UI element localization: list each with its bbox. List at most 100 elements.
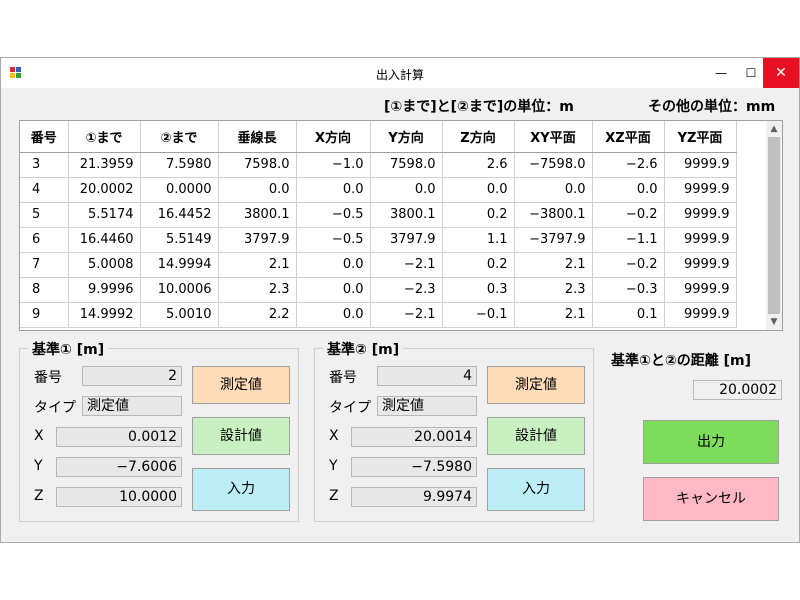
table-cell: 0.2 <box>442 202 515 228</box>
table-cell: 0.0 <box>296 252 371 278</box>
table-cell: 7598.0 <box>218 152 297 178</box>
table-cell: 14.9992 <box>68 302 141 328</box>
table-cell: 0.0 <box>296 277 371 303</box>
table-cell: 16.4452 <box>140 202 219 228</box>
table-cell: 2.1 <box>514 302 593 328</box>
ref1-z-label: Z <box>34 488 44 504</box>
table-row[interactable]: 4 20.0002 0.0000 0.0 0.0 0.0 0.0 0.0 0.0… <box>20 177 737 203</box>
column-header[interactable]: Y方向 <box>370 121 443 153</box>
column-header[interactable]: 番号 <box>20 121 69 153</box>
table-cell: 9999.9 <box>664 177 737 203</box>
column-header[interactable]: XY平面 <box>514 121 593 153</box>
table-cell: 5.5174 <box>68 202 141 228</box>
ref1-y-field[interactable]: −7.6006 <box>56 457 182 477</box>
distance-field[interactable]: 20.0002 <box>693 380 782 400</box>
table-row[interactable]: 7 5.0008 14.9994 2.1 0.0 −2.1 0.2 2.1 −0… <box>20 252 737 278</box>
scroll-up-icon[interactable]: ▲ <box>766 121 782 137</box>
maximize-icon[interactable]: ☐ <box>736 58 766 88</box>
table-cell: 5.0008 <box>68 252 141 278</box>
table-cell: 2.1 <box>218 252 297 278</box>
ref2-title: 基準② [m] <box>323 339 404 359</box>
cancel-button[interactable]: キャンセル <box>643 477 779 521</box>
ref1-type-label: タイプ <box>34 400 76 416</box>
table-row[interactable]: 6 16.4460 5.5149 3797.9 −0.5 3797.9 1.1 … <box>20 227 737 253</box>
table-cell: −0.2 <box>592 202 665 228</box>
calc-window: 出入計算 — ☐ ✕ [①まで]と[②まで]の単位：m その他の単位：mm 番号… <box>0 57 800 543</box>
table-cell: 4 <box>20 177 69 203</box>
column-header[interactable]: XZ平面 <box>592 121 665 153</box>
window-title: 出入計算 <box>375 68 424 82</box>
ref2-x-label: X <box>329 428 339 444</box>
ref1-type-field[interactable]: 測定値 <box>82 396 182 416</box>
ref2-input-button[interactable]: 入力 <box>487 468 585 511</box>
ref1-num-field[interactable]: 2 <box>82 366 182 386</box>
ref1-x-label: X <box>34 428 44 444</box>
table-cell: 2.3 <box>218 277 297 303</box>
table-cell: 2.3 <box>514 277 593 303</box>
table-cell: 0.0000 <box>140 177 219 203</box>
ref1-input-button[interactable]: 入力 <box>192 468 290 511</box>
table-cell: 9 <box>20 302 69 328</box>
table-cell: 9999.9 <box>664 277 737 303</box>
ref2-y-label: Y <box>329 458 338 474</box>
column-header[interactable]: ①まで <box>68 121 141 153</box>
table-cell: 0.0 <box>442 177 515 203</box>
table-cell: 0.0 <box>592 177 665 203</box>
table-cell: 5.5149 <box>140 227 219 253</box>
table-cell: −0.1 <box>442 302 515 328</box>
column-header[interactable]: ②まで <box>140 121 219 153</box>
ref1-x-field[interactable]: 0.0012 <box>56 427 182 447</box>
ref2-measured-button[interactable]: 測定値 <box>487 366 585 404</box>
table-cell: 10.0006 <box>140 277 219 303</box>
scroll-thumb[interactable] <box>768 137 780 314</box>
column-header[interactable]: X方向 <box>296 121 371 153</box>
table-cell: 3797.9 <box>370 227 443 253</box>
ref2-z-field[interactable]: 9.9974 <box>351 487 477 507</box>
scroll-down-icon[interactable]: ▼ <box>766 314 782 330</box>
table-cell: 2.6 <box>442 152 515 178</box>
ref1-z-field[interactable]: 10.0000 <box>56 487 182 507</box>
ref2-y-field[interactable]: −7.5980 <box>351 457 477 477</box>
table-row[interactable]: 3 21.3959 7.5980 7598.0 −1.0 7598.0 2.6 … <box>20 152 737 178</box>
column-header[interactable]: YZ平面 <box>664 121 737 153</box>
table-cell: 0.0 <box>514 177 593 203</box>
ref2-type-label: タイプ <box>329 400 371 416</box>
table-cell: 0.0 <box>218 177 297 203</box>
ref2-design-button[interactable]: 設計値 <box>487 417 585 455</box>
table-cell: 7598.0 <box>370 152 443 178</box>
ref1-design-button[interactable]: 設計値 <box>192 417 290 455</box>
column-header[interactable]: Z方向 <box>442 121 515 153</box>
unit-label-distance: [①まで]と[②まで]の単位：m <box>384 99 574 115</box>
table-cell: 2.1 <box>514 252 593 278</box>
result-table[interactable]: 番号 ①まで ②まで 垂線長 X方向 Y方向 Z方向 XY平面 XZ平面 YZ平… <box>19 120 783 331</box>
table-row[interactable]: 5 5.5174 16.4452 3800.1 −0.5 3800.1 0.2 … <box>20 202 737 228</box>
vertical-scrollbar[interactable]: ▲ ▼ <box>766 121 782 330</box>
table-cell: 9999.9 <box>664 152 737 178</box>
table-cell: −1.1 <box>592 227 665 253</box>
table-cell: 8 <box>20 277 69 303</box>
ref1-num-label: 番号 <box>34 370 62 386</box>
table-cell: 9999.9 <box>664 227 737 253</box>
ref2-num-label: 番号 <box>329 370 357 386</box>
unit-label-other: その他の単位：mm <box>648 99 776 115</box>
table-cell: −2.1 <box>370 302 443 328</box>
minimize-icon[interactable]: — <box>706 58 736 88</box>
table-row[interactable]: 9 14.9992 5.0010 2.2 0.0 −2.1 −0.1 2.1 0… <box>20 302 737 328</box>
table-row[interactable]: 8 9.9996 10.0006 2.3 0.0 −2.3 0.3 2.3 −0… <box>20 277 737 303</box>
output-button[interactable]: 出力 <box>643 420 779 464</box>
ref2-x-field[interactable]: 20.0014 <box>351 427 477 447</box>
table-cell: 0.0 <box>296 302 371 328</box>
ref1-group: 基準① [m] 番号 2 タイプ 測定値 X 0.0012 Y −7.6006 … <box>19 339 299 522</box>
ref2-num-field[interactable]: 4 <box>377 366 477 386</box>
ref2-type-field[interactable]: 測定値 <box>377 396 477 416</box>
column-header[interactable]: 垂線長 <box>218 121 297 153</box>
table-cell: −0.3 <box>592 277 665 303</box>
ref1-measured-button[interactable]: 測定値 <box>192 366 290 404</box>
table-cell: −7598.0 <box>514 152 593 178</box>
table-cell: −3797.9 <box>514 227 593 253</box>
table-cell: 3797.9 <box>218 227 297 253</box>
table-cell: 16.4460 <box>68 227 141 253</box>
table-cell: 3800.1 <box>370 202 443 228</box>
close-icon[interactable]: ✕ <box>763 58 799 88</box>
table-cell: 0.0 <box>296 177 371 203</box>
